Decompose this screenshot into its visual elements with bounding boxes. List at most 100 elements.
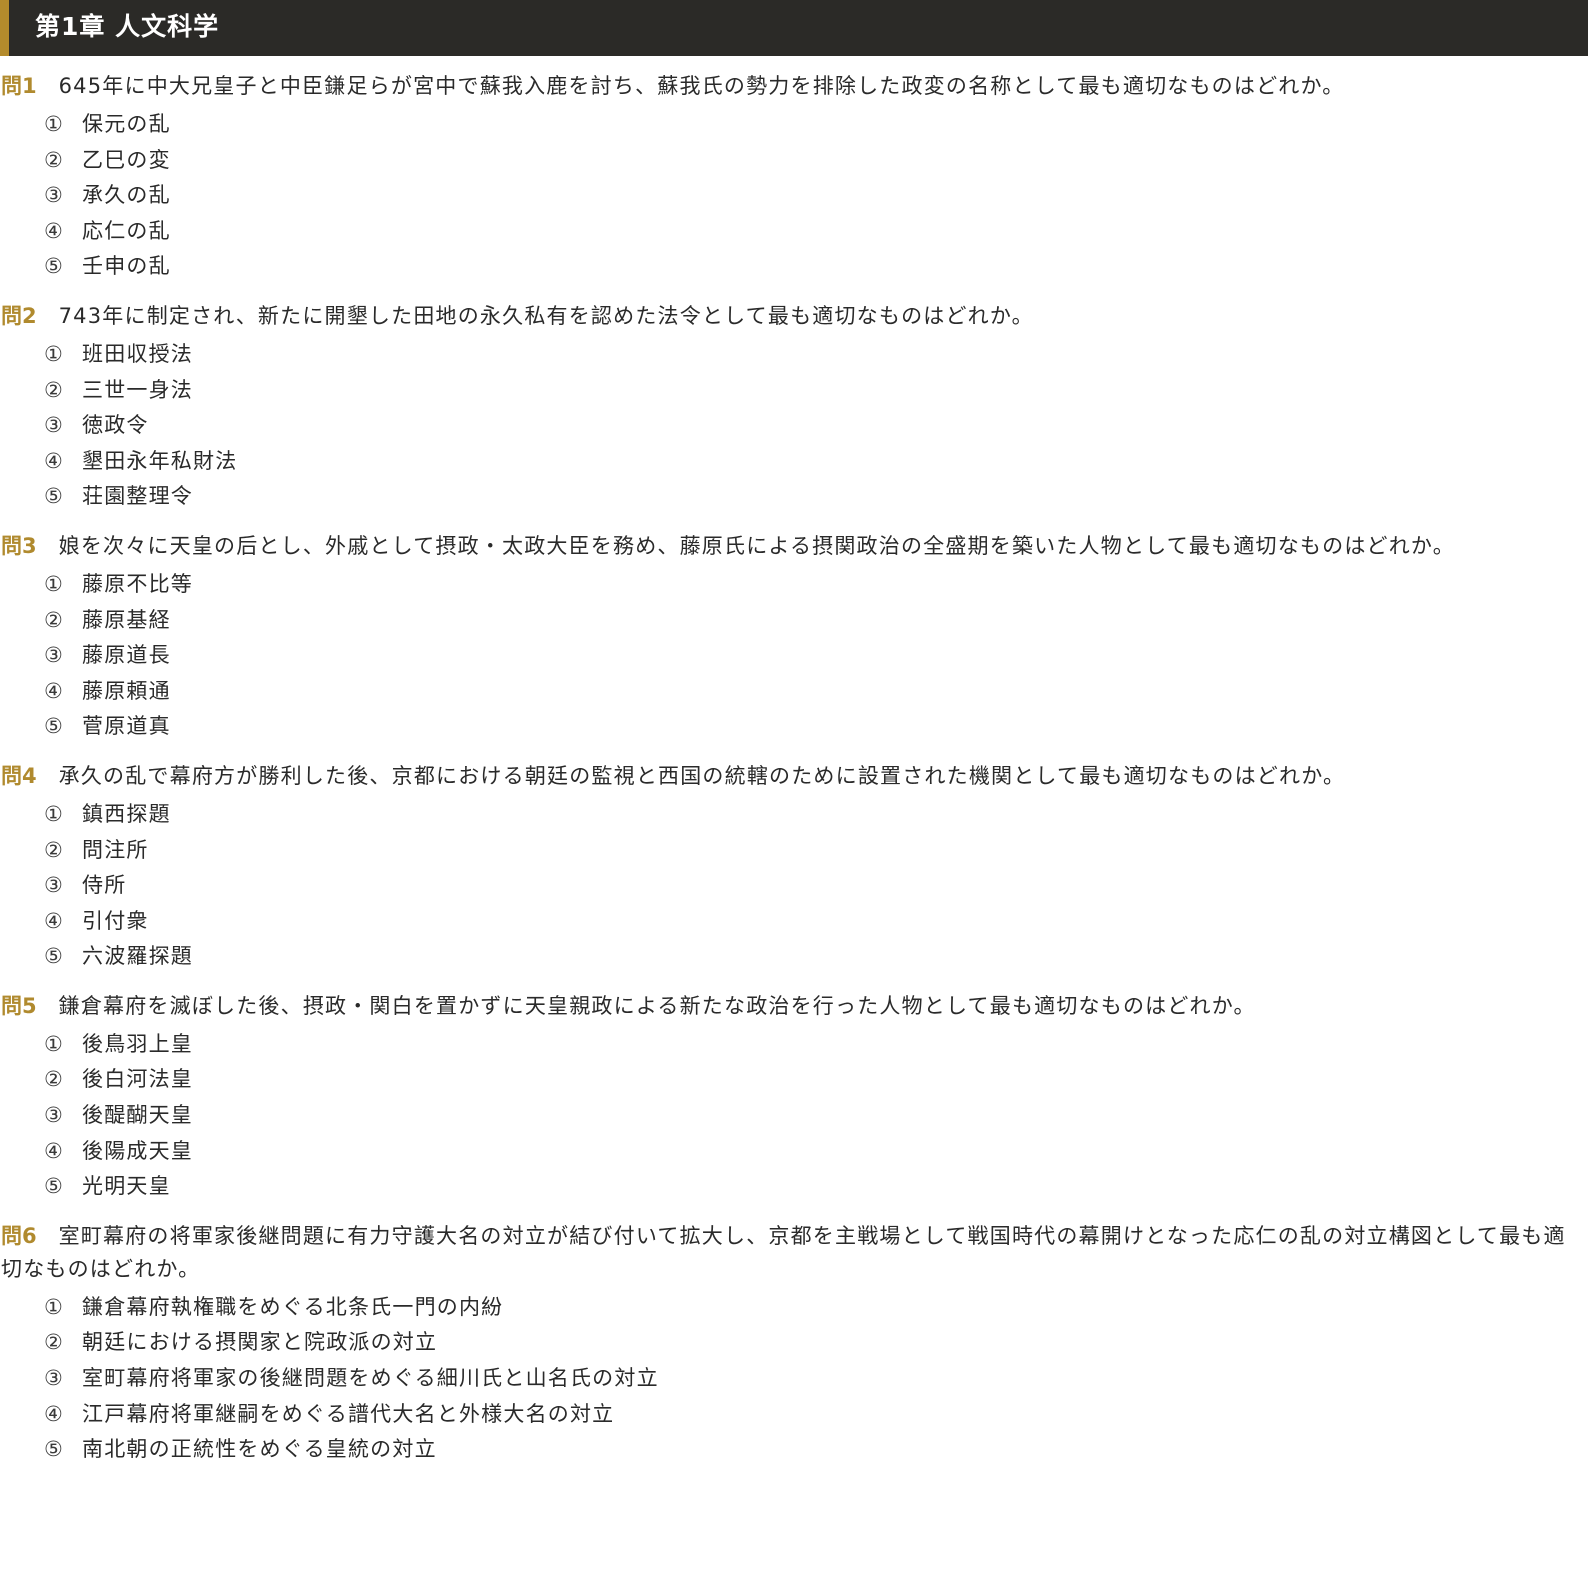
choice-item[interactable]: ⑤ 南北朝の正統性をめぐる皇統の対立 [0, 1432, 1588, 1468]
choice-item[interactable]: ③ 徳政令 [0, 408, 1588, 444]
choice-text: 班田収授法 [82, 341, 193, 366]
choice-item[interactable]: ② 問注所 [0, 833, 1588, 869]
choice-number: ⑤ [44, 1174, 63, 1199]
question-body: 室町幕府の将軍家後継問題に有力守護大名の対立が結び付いて拡大し、京都を主戦場とし… [1, 1223, 1566, 1281]
choice-item[interactable]: ⑤ 光明天皇 [0, 1169, 1588, 1205]
choice-item[interactable]: ⑤ 壬申の乱 [0, 249, 1588, 285]
choice-number: ② [44, 377, 63, 402]
choice-item[interactable]: ④ 引付衆 [0, 904, 1588, 940]
choice-item[interactable]: ② 後白河法皇 [0, 1062, 1588, 1098]
choice-text: 光明天皇 [82, 1174, 171, 1199]
choice-number: ⑤ [44, 484, 63, 509]
choice-text: 徳政令 [82, 413, 149, 438]
choice-item[interactable]: ② 乙巳の変 [0, 143, 1588, 179]
question-number: 問2 [1, 303, 37, 328]
question-body: 承久の乱で幕府方が勝利した後、京都における朝廷の監視と西国の統轄のために設置され… [58, 763, 1346, 788]
choice-number: ① [44, 1031, 63, 1056]
choice-list: ① 保元の乱 ② 乙巳の変 ③ 承久の乱 ④ 応仁の乱 ⑤ 壬申の乱 [0, 107, 1588, 285]
choice-text: 朝廷における摂関家と院政派の対立 [82, 1330, 438, 1355]
question-number: 問5 [1, 993, 37, 1018]
question-3-text: 問3 娘を次々に天皇の后とし、外戚として摂政・太政大臣を務め、藤原氏による摂関政治… [0, 530, 1588, 563]
choice-item[interactable]: ④ 墾田永年私財法 [0, 444, 1588, 480]
choice-item[interactable]: ③ 承久の乱 [0, 178, 1588, 214]
choice-item[interactable]: ① 藤原不比等 [0, 567, 1588, 603]
choice-text: 江戸幕府将軍継嗣をめぐる譜代大名と外様大名の対立 [82, 1401, 615, 1426]
choice-item[interactable]: ② 三世一身法 [0, 373, 1588, 409]
choice-text: 藤原道長 [82, 643, 171, 668]
choice-text: 鎌倉幕府執権職をめぐる北条氏一門の内紛 [82, 1294, 504, 1319]
question-4-text: 問4 承久の乱で幕府方が勝利した後、京都における朝廷の監視と西国の統轄のために設置… [0, 760, 1588, 793]
question-body: 645年に中大兄皇子と中臣鎌足らが宮中で蘇我入鹿を討ち、蘇我氏の勢力を排除した政… [58, 74, 1345, 98]
choice-item[interactable]: ③ 藤原道長 [0, 638, 1588, 674]
choice-list: ① 後鳥羽上皇 ② 後白河法皇 ③ 後醍醐天皇 ④ 後陽成天皇 ⑤ 光明天皇 [0, 1027, 1588, 1205]
question-body: 鎌倉幕府を滅ぼした後、摂政・関白を置かずに天皇親政による新たな政治を行った人物と… [58, 993, 1256, 1018]
choice-text: 乙巳の変 [82, 147, 171, 172]
chapter-header: 第1章 人文科学 [0, 0, 1588, 56]
choice-number: ① [44, 112, 63, 136]
choice-item[interactable]: ④ 応仁の乱 [0, 214, 1588, 250]
question-number: 問6 [1, 1223, 37, 1248]
question-body: 743年に制定され、新たに開墾した田地の永久私有を認めた法令として最も適切なもの… [58, 303, 1034, 328]
choice-item[interactable]: ① 鎌倉幕府執権職をめぐる北条氏一門の内紛 [0, 1290, 1588, 1326]
choice-list: ① 藤原不比等 ② 藤原基経 ③ 藤原道長 ④ 藤原頼通 ⑤ 菅原道真 [0, 567, 1588, 745]
question-5-text: 問5 鎌倉幕府を滅ぼした後、摂政・関白を置かずに天皇親政による新たな政治を行った人… [0, 990, 1588, 1023]
choice-item[interactable]: ⑤ 荘園整理令 [0, 479, 1588, 515]
question-4: 問4 承久の乱で幕府方が勝利した後、京都における朝廷の監視と西国の統轄のために設置… [0, 760, 1588, 975]
choice-number: ③ [44, 1366, 63, 1391]
choice-text: 引付衆 [82, 908, 149, 933]
question-number: 問3 [1, 533, 37, 558]
choice-number: ① [44, 571, 63, 596]
choice-text: 菅原道真 [82, 714, 171, 739]
question-body: 娘を次々に天皇の后とし、外戚として摂政・太政大臣を務め、藤原氏による摂関政治の全… [58, 533, 1455, 558]
question-1: 問1 645年に中大兄皇子と中臣鎌足らが宮中で蘇我入鹿を討ち、蘇我氏の勢力を排除し… [0, 70, 1588, 285]
question-5: 問5 鎌倉幕府を滅ぼした後、摂政・関白を置かずに天皇親政による新たな政治を行った人… [0, 990, 1588, 1205]
choice-text: 藤原頼通 [82, 678, 171, 703]
choice-text: 荘園整理令 [82, 484, 193, 509]
choice-text: 藤原不比等 [82, 571, 193, 596]
choice-number: ④ [44, 678, 63, 703]
choice-number: ⑤ [44, 714, 63, 739]
choice-item[interactable]: ① 後鳥羽上皇 [0, 1027, 1588, 1063]
choice-text: 壬申の乱 [82, 254, 171, 279]
choice-number: ② [44, 607, 63, 632]
question-number: 問4 [1, 763, 37, 788]
question-6-text: 問6 室町幕府の将軍家後継問題に有力守護大名の対立が結び付いて拡大し、京都を主戦場… [0, 1220, 1588, 1286]
choice-item[interactable]: ⑤ 六波羅探題 [0, 939, 1588, 975]
choice-list: ① 鎮西探題 ② 問注所 ③ 侍所 ④ 引付衆 ⑤ 六波羅探題 [0, 797, 1588, 975]
choice-item[interactable]: ③ 後醍醐天皇 [0, 1098, 1588, 1134]
choice-item[interactable]: ② 朝廷における摂関家と院政派の対立 [0, 1325, 1588, 1361]
choice-number: ⑤ [44, 944, 63, 969]
choice-item[interactable]: ① 鎮西探題 [0, 797, 1588, 833]
choice-item[interactable]: ⑤ 菅原道真 [0, 709, 1588, 745]
question-list: 問1 645年に中大兄皇子と中臣鎌足らが宮中で蘇我入鹿を討ち、蘇我氏の勢力を排除し… [0, 70, 1588, 1468]
choice-item[interactable]: ④ 藤原頼通 [0, 674, 1588, 710]
choice-number: ② [44, 1067, 63, 1092]
choice-list: ① 班田収授法 ② 三世一身法 ③ 徳政令 ④ 墾田永年私財法 ⑤ 荘園整理令 [0, 337, 1588, 515]
choice-number: ④ [44, 448, 63, 473]
choice-text: 室町幕府将軍家の後継問題をめぐる細川氏と山名氏の対立 [82, 1366, 659, 1391]
choice-number: ② [44, 837, 63, 862]
choice-number: ③ [44, 873, 63, 898]
choice-item[interactable]: ③ 侍所 [0, 868, 1588, 904]
choice-number: ① [44, 341, 63, 366]
choice-number: ⑤ [44, 1437, 63, 1462]
choice-item[interactable]: ④ 江戸幕府将軍継嗣をめぐる譜代大名と外様大名の対立 [0, 1397, 1588, 1433]
question-1-text: 問1 645年に中大兄皇子と中臣鎌足らが宮中で蘇我入鹿を討ち、蘇我氏の勢力を排除し… [0, 70, 1588, 103]
choice-item[interactable]: ② 藤原基経 [0, 603, 1588, 639]
question-2: 問2 743年に制定され、新たに開墾した田地の永久私有を認めた法令として最も適切な… [0, 300, 1588, 515]
choice-number: ③ [44, 183, 63, 208]
choice-number: ④ [44, 218, 63, 243]
choice-text: 藤原基経 [82, 607, 171, 632]
choice-number: ④ [44, 1401, 63, 1426]
question-2-text: 問2 743年に制定され、新たに開墾した田地の永久私有を認めた法令として最も適切な… [0, 300, 1588, 333]
choice-item[interactable]: ④ 後陽成天皇 [0, 1134, 1588, 1170]
choice-number: ① [44, 1294, 63, 1319]
choice-item[interactable]: ③ 室町幕府将軍家の後継問題をめぐる細川氏と山名氏の対立 [0, 1361, 1588, 1397]
choice-item[interactable]: ① 保元の乱 [0, 107, 1588, 143]
question-6: 問6 室町幕府の将軍家後継問題に有力守護大名の対立が結び付いて拡大し、京都を主戦場… [0, 1220, 1588, 1468]
choice-number: ④ [44, 1138, 63, 1163]
choice-number: ④ [44, 908, 63, 933]
question-3: 問3 娘を次々に天皇の后とし、外戚として摂政・太政大臣を務め、藤原氏による摂関政治… [0, 530, 1588, 745]
choice-item[interactable]: ① 班田収授法 [0, 337, 1588, 373]
choice-text: 侍所 [82, 873, 127, 898]
